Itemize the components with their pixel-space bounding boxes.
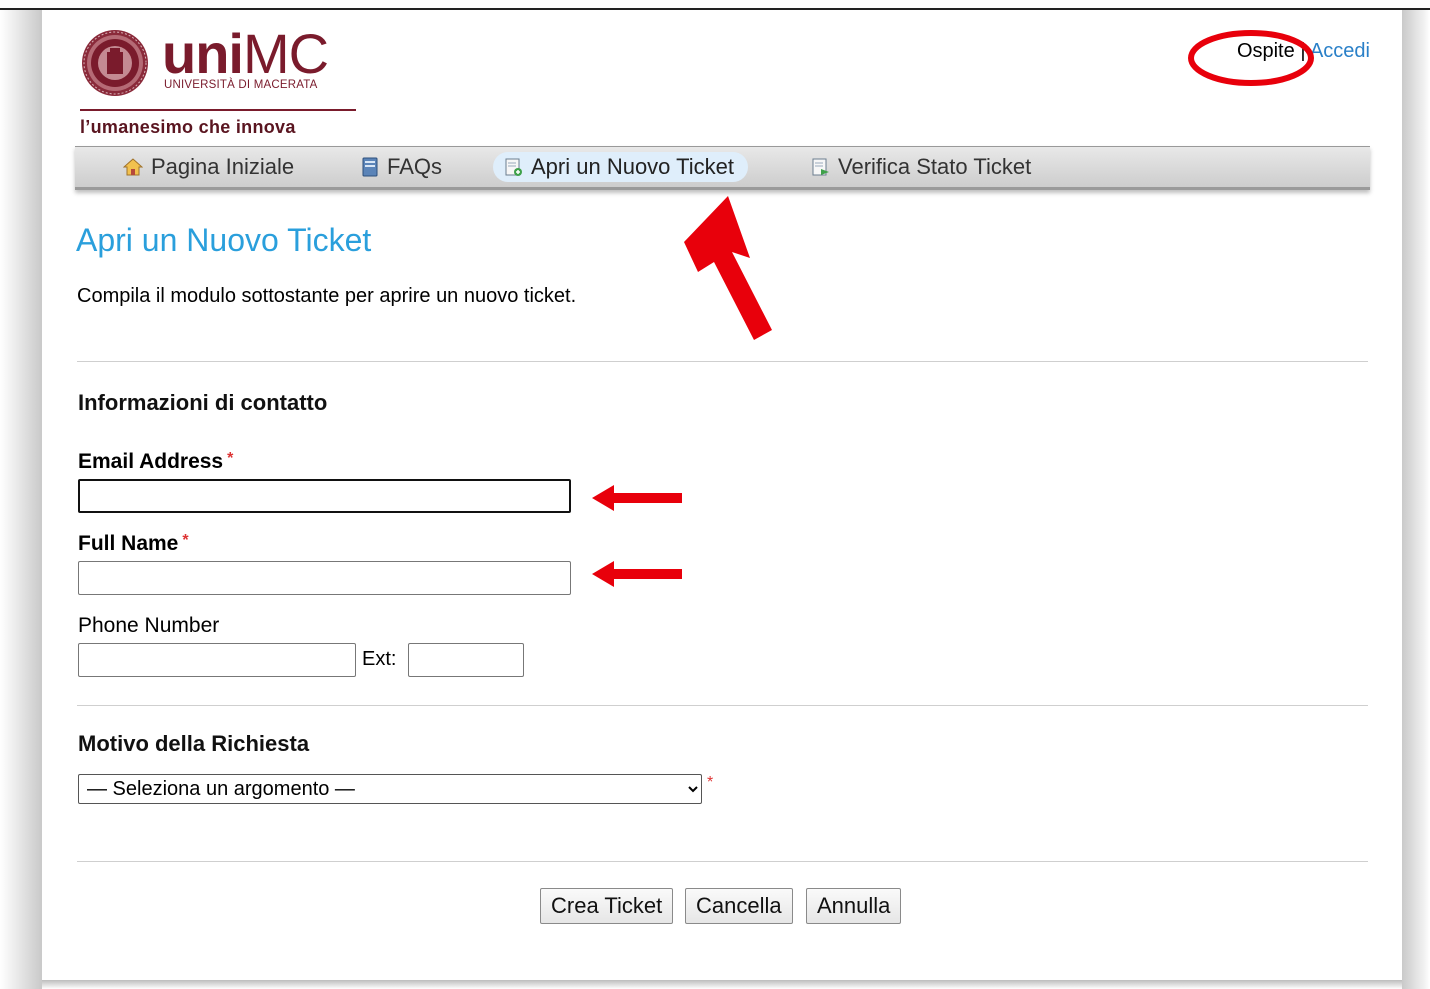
email-field[interactable] bbox=[78, 479, 571, 513]
reason-section-heading: Motivo della Richiesta bbox=[78, 731, 310, 756]
nav-item-home[interactable]: Pagina Iniziale bbox=[113, 152, 308, 182]
user-info: Ospite | Accedi bbox=[1237, 40, 1370, 63]
new-ticket-icon bbox=[505, 158, 522, 176]
university-seal-icon bbox=[82, 30, 148, 96]
bottom-page-shadow bbox=[42, 980, 1402, 989]
topic-select[interactable]: — Seleziona un argomento — bbox=[78, 774, 702, 804]
book-icon bbox=[362, 157, 378, 177]
nav-label-ticket-status: Verifica Stato Ticket bbox=[838, 154, 1032, 179]
nav-item-new-ticket[interactable]: Apri un Nuovo Ticket bbox=[493, 152, 748, 182]
cancel-button[interactable]: Annulla bbox=[806, 888, 902, 924]
logo-subtitle: UNIVERSITÀ DI MACERATA bbox=[164, 79, 318, 91]
right-page-shadow bbox=[1402, 10, 1430, 989]
email-label: Email Address * bbox=[78, 450, 233, 474]
divider bbox=[77, 361, 1368, 362]
user-status: Ospite bbox=[1236, 40, 1295, 62]
university-logo[interactable]: uniMC UNIVERSITÀ DI MACERATA l’umanesimo… bbox=[80, 22, 360, 141]
phone-label: Phone Number bbox=[78, 614, 220, 637]
logo-wordmark: uniMC bbox=[162, 22, 329, 85]
home-icon bbox=[123, 158, 143, 176]
full-name-field[interactable] bbox=[78, 561, 571, 595]
required-mark: * bbox=[707, 774, 714, 791]
ext-field[interactable] bbox=[408, 643, 524, 677]
logo-tagline: l’umanesimo che innova bbox=[80, 117, 296, 137]
nav-item-ticket-status[interactable]: Verifica Stato Ticket bbox=[800, 152, 1045, 182]
logo-divider bbox=[80, 109, 356, 111]
nav-label-faqs: FAQs bbox=[387, 154, 443, 179]
phone-field[interactable] bbox=[78, 643, 356, 677]
main-navigation: Pagina Iniziale FAQs Apri un Nuovo Ticke… bbox=[75, 146, 1370, 190]
page-intro: Compila il modulo sottostante per aprire… bbox=[77, 285, 577, 307]
required-mark: * bbox=[182, 532, 189, 549]
login-link[interactable]: Accedi bbox=[1310, 40, 1370, 62]
full-name-label: Full Name * bbox=[78, 532, 189, 556]
ticket-status-icon bbox=[812, 158, 829, 176]
page-title: Apri un Nuovo Ticket bbox=[76, 222, 372, 258]
email-label-text: Email Address bbox=[78, 450, 224, 473]
divider bbox=[77, 861, 1368, 862]
ext-label: Ext: bbox=[362, 648, 397, 670]
nav-label-new-ticket: Apri un Nuovo Ticket bbox=[531, 154, 734, 179]
reset-button[interactable]: Cancella bbox=[685, 888, 793, 924]
nav-label-home: Pagina Iniziale bbox=[151, 154, 295, 179]
user-separator: | bbox=[1300, 40, 1306, 62]
required-mark: * bbox=[227, 450, 234, 467]
create-ticket-button[interactable]: Crea Ticket bbox=[540, 888, 674, 924]
left-page-shadow bbox=[0, 10, 42, 989]
nav-item-faqs[interactable]: FAQs bbox=[351, 152, 456, 182]
divider bbox=[77, 705, 1368, 706]
full-name-label-text: Full Name bbox=[78, 532, 179, 555]
contact-section-heading: Informazioni di contatto bbox=[78, 390, 328, 415]
